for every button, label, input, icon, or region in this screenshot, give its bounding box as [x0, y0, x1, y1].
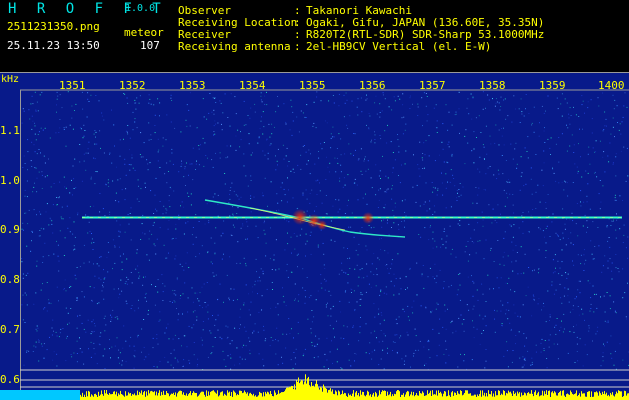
- x-tick: 1400: [598, 79, 625, 92]
- info-label-antenna: Receiving antenna: [178, 40, 291, 53]
- header-panel: H R O F F T 1.0.0 2511231350.png meteor …: [0, 0, 629, 72]
- x-tick: 1353: [179, 79, 206, 92]
- x-tick: 1359: [539, 79, 566, 92]
- x-tick: 1356: [359, 79, 386, 92]
- datetime: 25.11.23 13:50: [7, 39, 100, 52]
- y-tick: 0.6: [0, 373, 20, 386]
- spectrogram-canvas: [0, 72, 629, 400]
- x-tick: 1354: [239, 79, 266, 92]
- y-tick: 0.7: [0, 323, 20, 336]
- x-tick: 1357: [419, 79, 446, 92]
- mode-label: meteor: [124, 26, 164, 39]
- x-tick: 1358: [479, 79, 506, 92]
- y-tick: 1.1: [0, 124, 20, 137]
- info-value-antenna: 2el-HB9CV Vertical (el. E-W): [306, 40, 492, 53]
- spectrogram-background: [0, 72, 629, 400]
- y-tick: 1.0: [0, 174, 20, 187]
- info-colon: :: [294, 40, 301, 53]
- x-tick: 1355: [299, 79, 326, 92]
- y-tick: 0.9: [0, 223, 20, 236]
- file-name: 2511231350.png: [7, 20, 100, 33]
- app-version: 1.0.0: [125, 3, 156, 14]
- x-tick: 1351: [59, 79, 86, 92]
- x-tick: 1352: [119, 79, 146, 92]
- spectrogram-plot: kHz 1351 1352 1353 1354 1355 1356 1357 1…: [0, 72, 629, 400]
- detection-count: 107: [140, 39, 160, 52]
- unit-label: kHz: [1, 74, 20, 85]
- y-tick: 0.8: [0, 273, 20, 286]
- baseline-bar: [0, 390, 80, 400]
